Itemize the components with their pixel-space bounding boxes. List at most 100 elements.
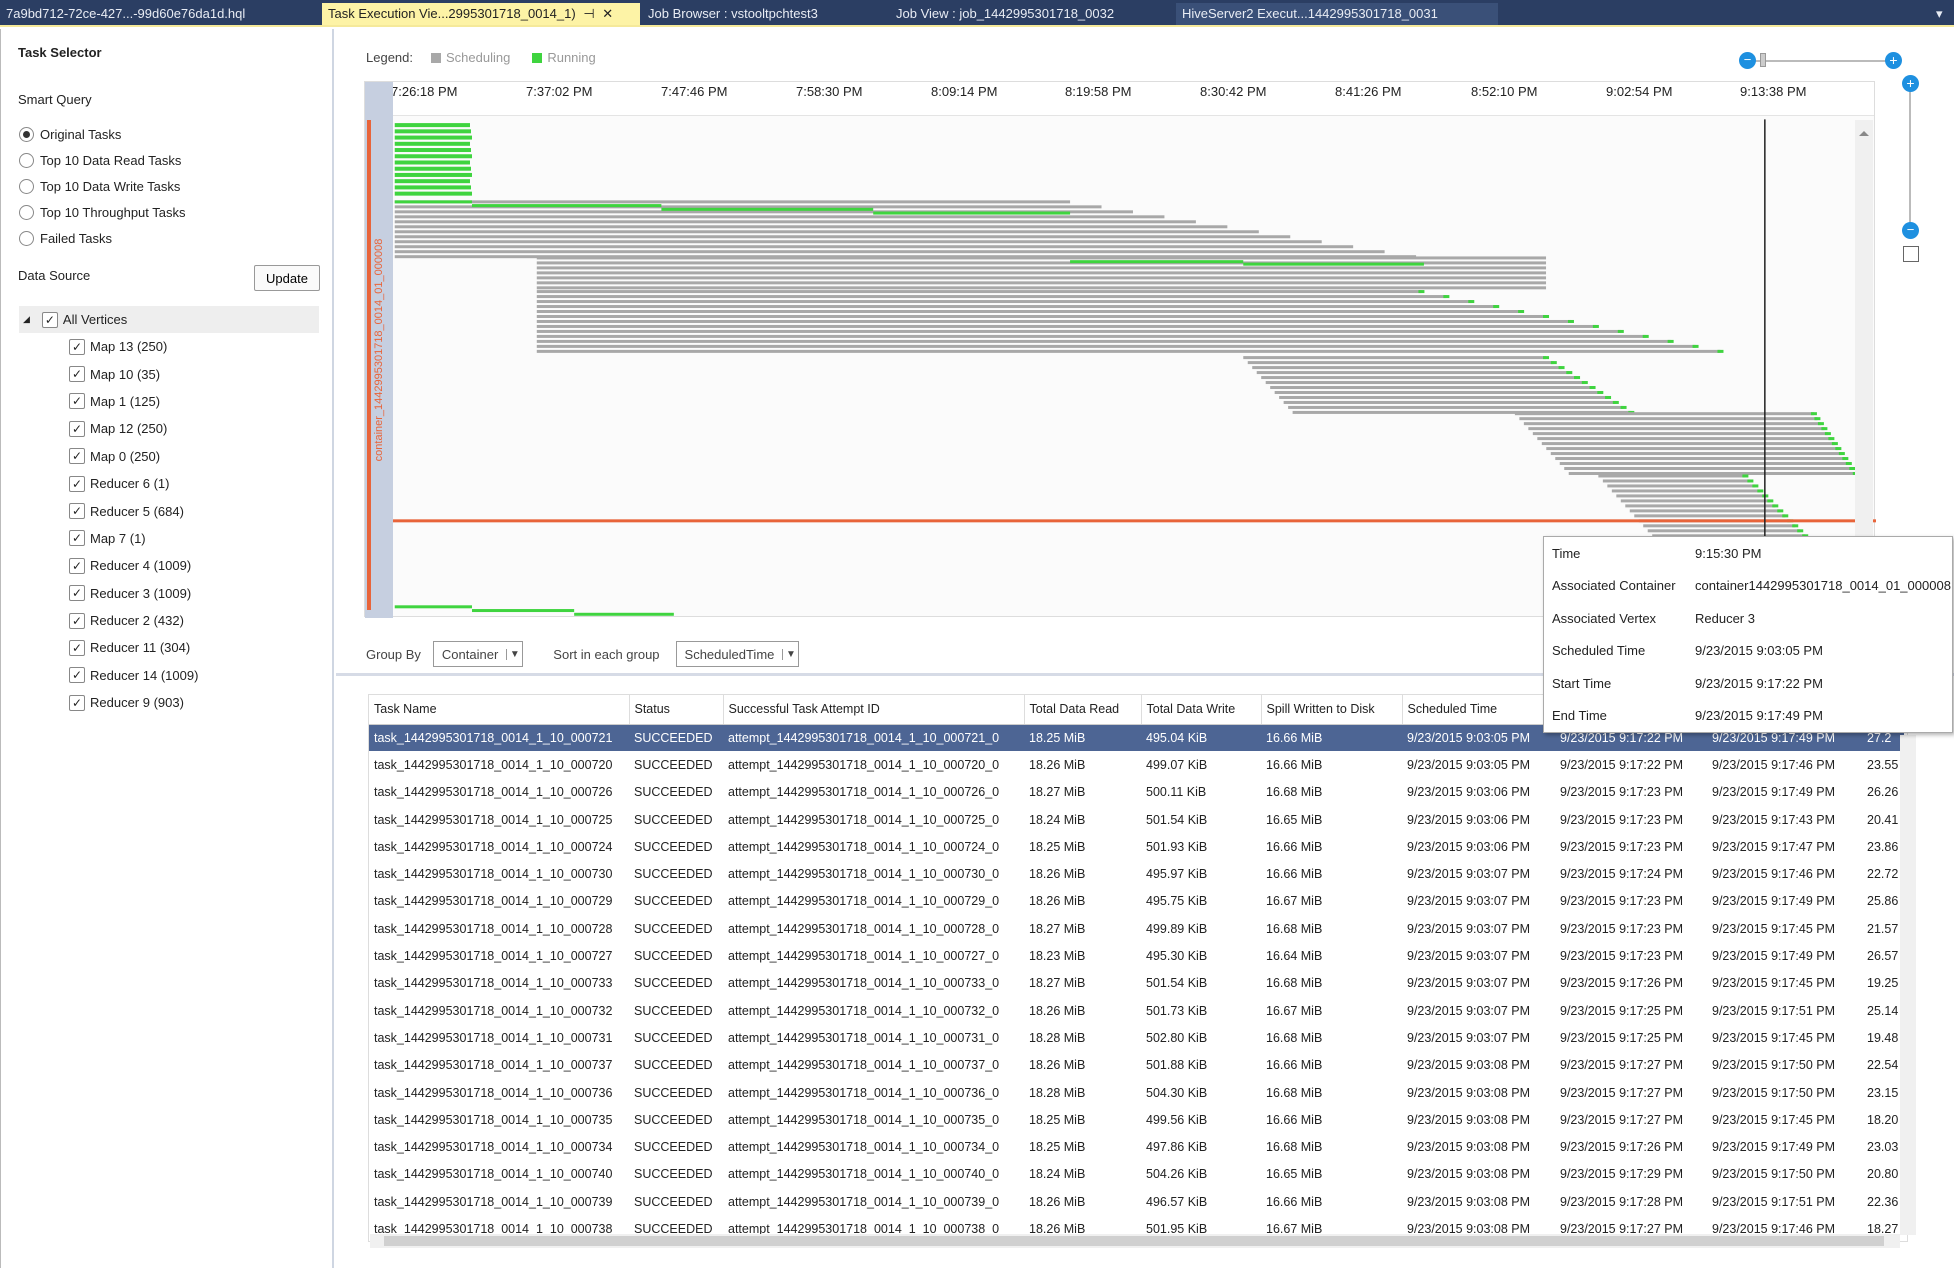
table-row[interactable]: task_1442995301718_0014_1_10_000732 SUCCE…: [369, 997, 1904, 1024]
table-row[interactable]: task_1442995301718_0014_1_10_000725 SUCCE…: [369, 806, 1904, 833]
task-bar-running[interactable]: [1810, 412, 1817, 416]
task-bar-running[interactable]: [1782, 514, 1789, 518]
checkbox-checked-icon[interactable]: ✓: [69, 475, 85, 492]
task-bar-scheduling[interactable]: [536, 324, 1596, 328]
zoom-out-vertical-icon[interactable]: −: [1902, 222, 1919, 239]
task-bar-scheduling[interactable]: [536, 256, 1547, 260]
horizontal-scroll-thumb[interactable]: [384, 1236, 1884, 1246]
task-bar-running[interactable]: [1597, 390, 1604, 394]
radio-original-tasks[interactable]: Original Tasks: [19, 121, 186, 147]
fit-view-icon[interactable]: [1903, 246, 1919, 262]
task-bar-running[interactable]: [394, 123, 470, 128]
checkbox-checked-icon[interactable]: ✓: [69, 366, 85, 383]
task-bar-running[interactable]: [471, 204, 662, 208]
task-bar-scheduling[interactable]: [536, 344, 1696, 348]
update-button[interactable]: Update: [254, 265, 320, 291]
table-row[interactable]: task_1442995301718_0014_1_10_000731 SUCCE…: [369, 1024, 1904, 1051]
task-bar-scheduling[interactable]: [536, 334, 1646, 338]
task-bar-scheduling[interactable]: [1555, 457, 1846, 461]
collapse-triangle-icon[interactable]: ◢: [23, 314, 30, 325]
task-bar-running[interactable]: [1566, 371, 1573, 375]
table-row[interactable]: task_1442995301718_0014_1_10_000729 SUCCE…: [369, 888, 1904, 915]
tree-item-vertex[interactable]: ✓ Map 7 (1): [69, 525, 198, 552]
task-bar-running[interactable]: [394, 154, 472, 159]
checkbox-checked-icon[interactable]: ✓: [69, 338, 85, 355]
task-bar-running[interactable]: [1717, 349, 1724, 353]
task-bar-running[interactable]: [1792, 524, 1799, 528]
task-bar-scheduling[interactable]: [1283, 400, 1616, 404]
tab-hql-file[interactable]: 7a9bd712-72ce-427...-99d60e76da1d.hql: [0, 3, 320, 25]
task-bar-scheduling[interactable]: [1265, 381, 1585, 385]
task-bar-scheduling[interactable]: [1598, 474, 1746, 478]
radio-top10-data-write[interactable]: Top 10 Data Write Tasks: [19, 173, 186, 199]
tree-item-vertex[interactable]: ✓ Reducer 5 (684): [69, 497, 198, 524]
table-row[interactable]: task_1442995301718_0014_1_10_000740 SUCCE…: [369, 1161, 1904, 1188]
task-bar-scheduling[interactable]: [1532, 432, 1828, 436]
task-bar-scheduling[interactable]: [536, 271, 1547, 275]
tab-job-view[interactable]: Job View : job_1442995301718_0032: [890, 3, 1170, 25]
task-bar-scheduling[interactable]: [1629, 509, 1781, 513]
task-bar-running[interactable]: [1589, 386, 1596, 390]
checkbox-checked-icon[interactable]: ✓: [69, 694, 85, 711]
task-bar-scheduling[interactable]: [1514, 412, 1814, 416]
task-bar-running[interactable]: [1797, 529, 1804, 533]
checkbox-checked-icon[interactable]: ✓: [69, 530, 85, 547]
radio-top10-data-read[interactable]: Top 10 Data Read Tasks: [19, 147, 186, 173]
task-bar-scheduling[interactable]: [394, 230, 1259, 234]
task-bar-running[interactable]: [1418, 290, 1425, 294]
checkbox-checked-icon[interactable]: ✓: [69, 639, 85, 656]
task-bar-scheduling[interactable]: [1270, 386, 1593, 390]
tab-task-execution-view[interactable]: Task Execution Vie...2995301718_0014_1) …: [322, 3, 640, 25]
task-bar-scheduling[interactable]: [1550, 452, 1842, 456]
task-bar-running[interactable]: [1842, 457, 1849, 461]
task-bar-scheduling[interactable]: [536, 305, 1497, 309]
task-bar-scheduling[interactable]: [1537, 437, 1832, 441]
task-bar-running[interactable]: [873, 211, 1071, 215]
column-header[interactable]: Successful Task Attempt ID: [723, 695, 1025, 725]
task-bar-running[interactable]: [1742, 474, 1749, 478]
task-bar-running[interactable]: [1617, 329, 1624, 333]
task-bar-running[interactable]: [394, 605, 472, 609]
task-bar-scheduling[interactable]: [1602, 479, 1751, 483]
task-bar-running[interactable]: [1772, 504, 1779, 508]
task-bar-running[interactable]: [1828, 437, 1835, 441]
table-row[interactable]: task_1442995301718_0014_1_10_000720 SUCCE…: [369, 751, 1904, 778]
close-icon[interactable]: ✕: [602, 6, 613, 21]
table-row[interactable]: task_1442995301718_0014_1_10_000735 SUCCE…: [369, 1106, 1904, 1133]
zoom-in-vertical-icon[interactable]: +: [1902, 75, 1919, 92]
sort-select[interactable]: ScheduledTime ▼: [675, 641, 800, 667]
task-bar-running[interactable]: [1747, 479, 1754, 483]
table-vertical-scrollbar[interactable]: [1900, 735, 1916, 1235]
column-header[interactable]: Task Name: [369, 695, 630, 725]
task-bar-running[interactable]: [1642, 334, 1649, 338]
task-bar-running[interactable]: [394, 160, 470, 165]
tree-item-all-vertices[interactable]: ◢ ✓ All Vertices: [19, 306, 319, 334]
column-header[interactable]: Total Data Write: [1141, 695, 1262, 725]
task-bar-running[interactable]: [394, 200, 472, 204]
checkbox-checked-icon[interactable]: ✓: [69, 420, 85, 437]
column-header[interactable]: Status: [629, 695, 724, 725]
table-row[interactable]: task_1442995301718_0014_1_10_000730 SUCCE…: [369, 860, 1904, 887]
task-bar-scheduling[interactable]: [1647, 529, 1801, 533]
task-bar-scheduling[interactable]: [1528, 427, 1825, 431]
vertical-zoom-slider[interactable]: [1909, 84, 1911, 234]
tree-item-vertex[interactable]: ✓ Map 0 (250): [69, 443, 198, 470]
task-bar-running[interactable]: [394, 129, 471, 134]
task-bar-scheduling[interactable]: [536, 281, 1547, 285]
task-bar-scheduling[interactable]: [1243, 356, 1547, 360]
task-bar-running[interactable]: [1752, 484, 1759, 488]
task-bar-scheduling[interactable]: [1634, 514, 1786, 518]
tab-job-browser[interactable]: Job Browser : vstooltpchtest3: [642, 3, 882, 25]
task-bar-scheduling[interactable]: [1559, 462, 1849, 466]
task-bar-scheduling[interactable]: [1541, 442, 1835, 446]
task-bar-running[interactable]: [1070, 260, 1244, 264]
task-bar-scheduling[interactable]: [394, 220, 1196, 224]
task-bar-running[interactable]: [394, 166, 471, 171]
task-bar-scheduling[interactable]: [1247, 361, 1554, 365]
task-bar-running[interactable]: [1814, 417, 1821, 421]
tree-item-vertex[interactable]: ✓ Reducer 14 (1009): [69, 662, 198, 689]
task-bar-running[interactable]: [574, 612, 674, 616]
task-bar-scheduling[interactable]: [1252, 366, 1562, 370]
task-bar-scheduling[interactable]: [536, 314, 1547, 318]
horizontal-slider-thumb[interactable]: [1760, 53, 1766, 67]
